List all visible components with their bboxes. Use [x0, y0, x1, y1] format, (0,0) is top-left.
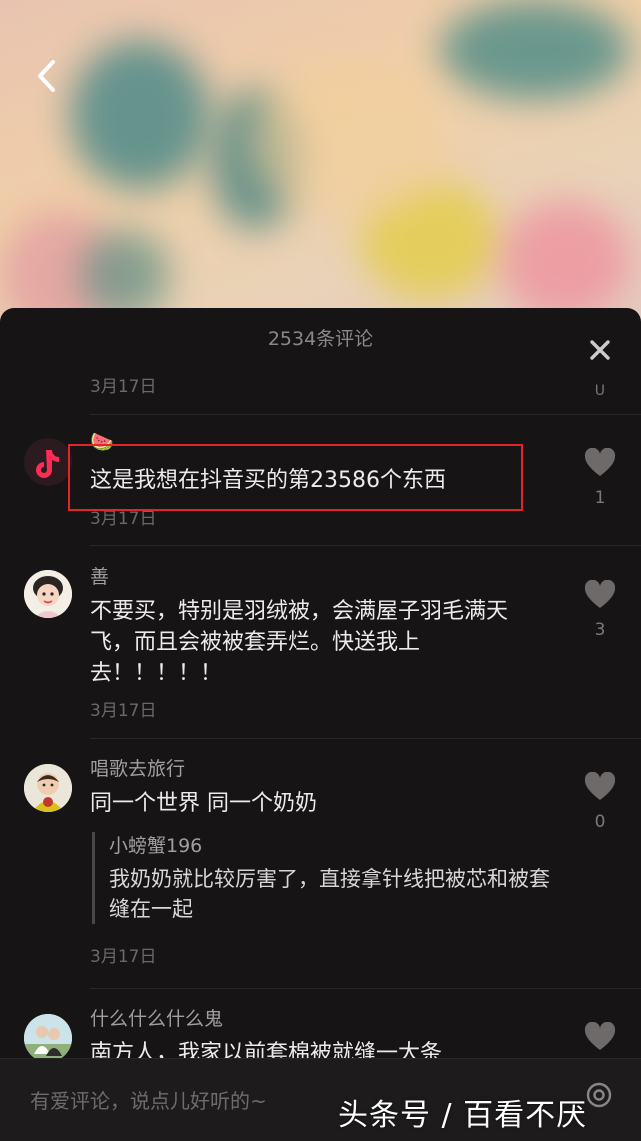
like-button[interactable]: [583, 1021, 617, 1056]
avatar: [24, 1014, 72, 1062]
avatar: [24, 764, 72, 812]
chevron-left-icon: [38, 60, 55, 92]
video-background: [0, 0, 641, 340]
blur-shape: [70, 40, 210, 190]
like-button[interactable]: 0: [583, 771, 617, 832]
blur-shape: [80, 230, 170, 320]
like-button[interactable]: 1: [583, 447, 617, 508]
scroll-hint: U: [594, 383, 605, 399]
reply-text: 我奶奶就比较厉害了，直接拿针线把被芯和被套缝在一起: [109, 867, 550, 921]
like-count: 0: [594, 812, 606, 832]
highlight-box: [68, 444, 523, 511]
comment-username: 什么什么什么鬼: [90, 1008, 224, 1030]
divider: [90, 988, 641, 989]
reply-username: 小螃蟹196: [109, 835, 203, 857]
comment-date: 3月17日: [90, 947, 157, 967]
avatar: [24, 570, 72, 618]
divider: [90, 414, 641, 415]
comment-text: 同一个世界 同一个奶奶: [90, 791, 317, 816]
heart-icon: [584, 447, 616, 476]
at-icon: [586, 1082, 612, 1108]
comment-count-title: 2534条评论: [267, 328, 374, 350]
comment-date: 3月17日: [90, 701, 157, 721]
comment-username: 善: [90, 566, 110, 588]
like-button[interactable]: 3: [583, 579, 617, 640]
heart-icon: [584, 1021, 616, 1050]
comment-text: 不要买，特别是羽绒被，会满屋子羽毛满天飞，而且会被被套弄烂。快送我上去！！！！！: [90, 599, 509, 686]
girl-avatar-icon: [24, 570, 72, 618]
blur-shape: [250, 60, 450, 220]
avatar: [24, 438, 72, 486]
heart-icon: [584, 579, 616, 608]
tiktok-music-note-icon: [24, 438, 72, 486]
mention-button[interactable]: [585, 1081, 613, 1109]
close-button[interactable]: [587, 326, 613, 360]
heart-icon: [584, 771, 616, 800]
couple-avatar-icon: [24, 1014, 72, 1062]
comments-header: 2534条评论 U: [0, 308, 641, 399]
like-count: 1: [594, 488, 606, 508]
comment-date: 3月17日: [90, 377, 157, 397]
blur-shape: [500, 200, 630, 320]
back-button[interactable]: [28, 56, 64, 96]
divider: [90, 545, 641, 546]
blur-shape: [440, 0, 630, 100]
comment-username: 唱歌去旅行: [90, 758, 186, 780]
reply-quote: 小螃蟹196 我奶奶就比较厉害了，直接拿针线把被芯和被套缝在一起: [92, 832, 569, 924]
divider: [90, 738, 641, 739]
child-avatar-icon: [24, 764, 72, 812]
like-count: 3: [594, 620, 606, 640]
comment-input[interactable]: 有爱评论，说点儿好听的~: [30, 1085, 267, 1114]
watermark: 头条号 / 百看不厌: [338, 1098, 588, 1133]
